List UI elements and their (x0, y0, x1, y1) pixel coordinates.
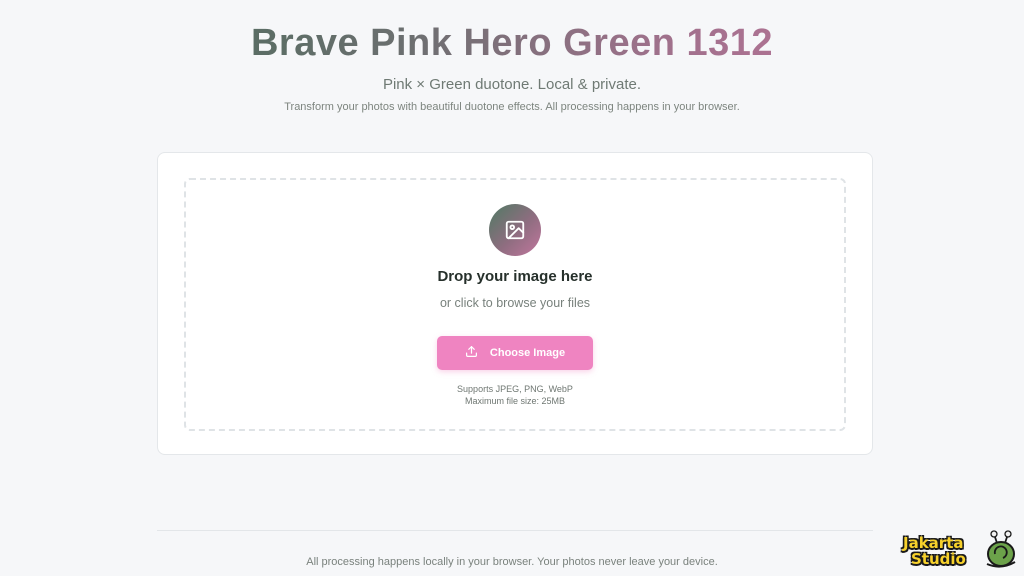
image-dropzone[interactable]: Drop your image here or click to browse … (184, 178, 846, 431)
upload-card: Drop your image here or click to browse … (157, 152, 873, 455)
image-icon (489, 204, 541, 256)
choose-image-button[interactable]: Choose Image (437, 336, 593, 370)
dropzone-heading: Drop your image here (437, 268, 593, 285)
watermark-line1: Jakarta (903, 534, 964, 552)
watermark-line2: Studio (911, 550, 966, 568)
page: Brave Pink Hero Green 1312 Pink × Green … (0, 0, 1024, 576)
upload-icon (465, 345, 478, 361)
choose-image-label: Choose Image (489, 347, 566, 359)
jakarta-studio-watermark-logo: Jakarta Studio (897, 530, 1019, 572)
app-title: Brave Pink Hero Green 1312 (0, 22, 1024, 65)
footer-divider (157, 530, 873, 531)
app-subtitle: Pink × Green duotone. Local & private. (382, 76, 642, 93)
app-tagline: Transform your photos with beautiful duo… (284, 101, 740, 113)
file-requirements: Supports JPEG, PNG, WebP Maximum file si… (186, 383, 844, 407)
supported-formats: Supports JPEG, PNG, WebP (457, 384, 573, 394)
max-file-size: Maximum file size: 25MB (464, 396, 566, 406)
dropzone-subheading: or click to browse your files (439, 296, 591, 310)
footer-privacy-note: All processing happens locally in your b… (306, 556, 718, 568)
